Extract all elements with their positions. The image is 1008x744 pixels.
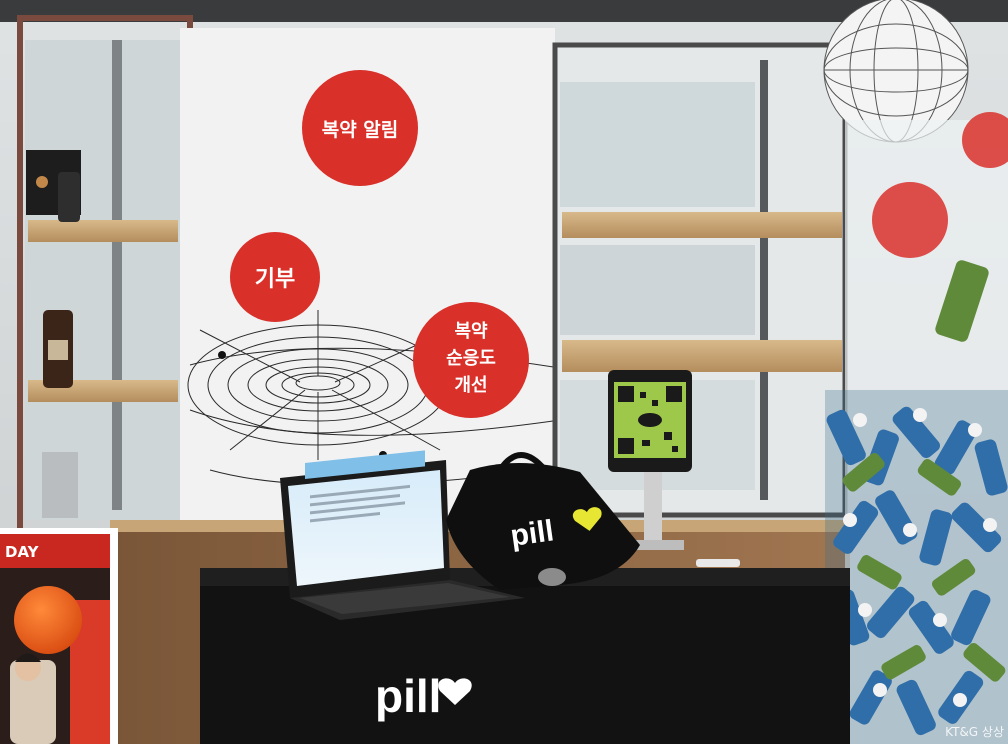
counter-logo: pill [375, 670, 441, 722]
bubble-adherence-line-1: 복약 [454, 320, 488, 342]
bubble-medication-alert-label: 복약 알림 [322, 119, 399, 141]
inset-banner: DAY [5, 543, 40, 561]
bubble-adherence-line-2: 순응도 [446, 348, 496, 369]
photo-scene: 복약 알림 기부 복약 순응도 개선 pill pill DAY KT&G 상상 [0, 0, 1008, 744]
inset-photo: DAY [0, 528, 118, 744]
bubble-adherence-line-3: 개선 [454, 375, 487, 396]
bubble-donation-label: 기부 [255, 267, 295, 292]
bubble-donation: 기부 [230, 232, 320, 322]
laptop-screen[interactable] [288, 470, 444, 586]
corner-watermark: KT&G 상상 [945, 725, 1004, 739]
bubble-medication-alert: 복약 알림 [302, 70, 418, 186]
bag-logo: pill [508, 514, 556, 553]
bubble-adherence-improvement: 복약 순응도 개선 [413, 302, 529, 418]
